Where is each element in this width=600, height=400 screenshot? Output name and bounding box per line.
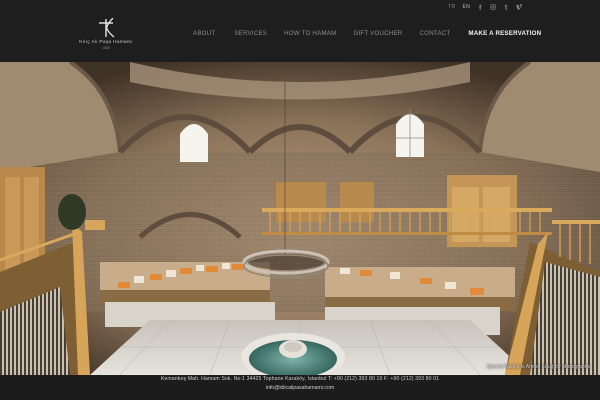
nav-how-to-hamam[interactable]: How to Hamam <box>284 30 336 37</box>
logo-year: 1580 <box>102 46 110 50</box>
main-nav: About Services How to Hamam Gift Voucher… <box>193 30 541 37</box>
hamam-interior-illustration <box>0 62 600 375</box>
top-utility-bar: TR EN <box>448 4 522 10</box>
lang-tr-link[interactable]: TR <box>448 4 455 10</box>
tumblr-icon[interactable] <box>503 4 509 10</box>
footer-address: Kemankeş Mah. Hamam Sok. No:1 34425 Toph… <box>160 376 440 382</box>
nav-services[interactable]: Services <box>234 30 267 37</box>
vimeo-icon[interactable] <box>516 4 522 10</box>
logo-name: Kılıç Ali Paşa Hamamı <box>79 39 133 44</box>
nav-contact[interactable]: Contact <box>420 30 451 37</box>
facebook-icon[interactable] <box>477 4 483 10</box>
photo-credit: Special thanks to Ahmet Ertuğ for photog… <box>486 364 590 370</box>
make-reservation-button[interactable]: Make a Reservation <box>468 30 541 37</box>
hero-photo <box>0 62 600 375</box>
footer-email-link[interactable]: info@kilicalipasahamami.com <box>0 385 600 391</box>
site-header: TR EN Kılıç Ali Paşa Hamamı 1580 About S… <box>0 0 600 62</box>
instagram-icon[interactable] <box>490 4 496 10</box>
nav-about[interactable]: About <box>193 30 215 37</box>
lang-en-link[interactable]: EN <box>462 4 470 10</box>
nav-gift-voucher[interactable]: Gift Voucher <box>353 30 402 37</box>
site-logo[interactable]: Kılıç Ali Paşa Hamamı 1580 <box>78 18 134 50</box>
logo-k-icon <box>99 18 115 38</box>
